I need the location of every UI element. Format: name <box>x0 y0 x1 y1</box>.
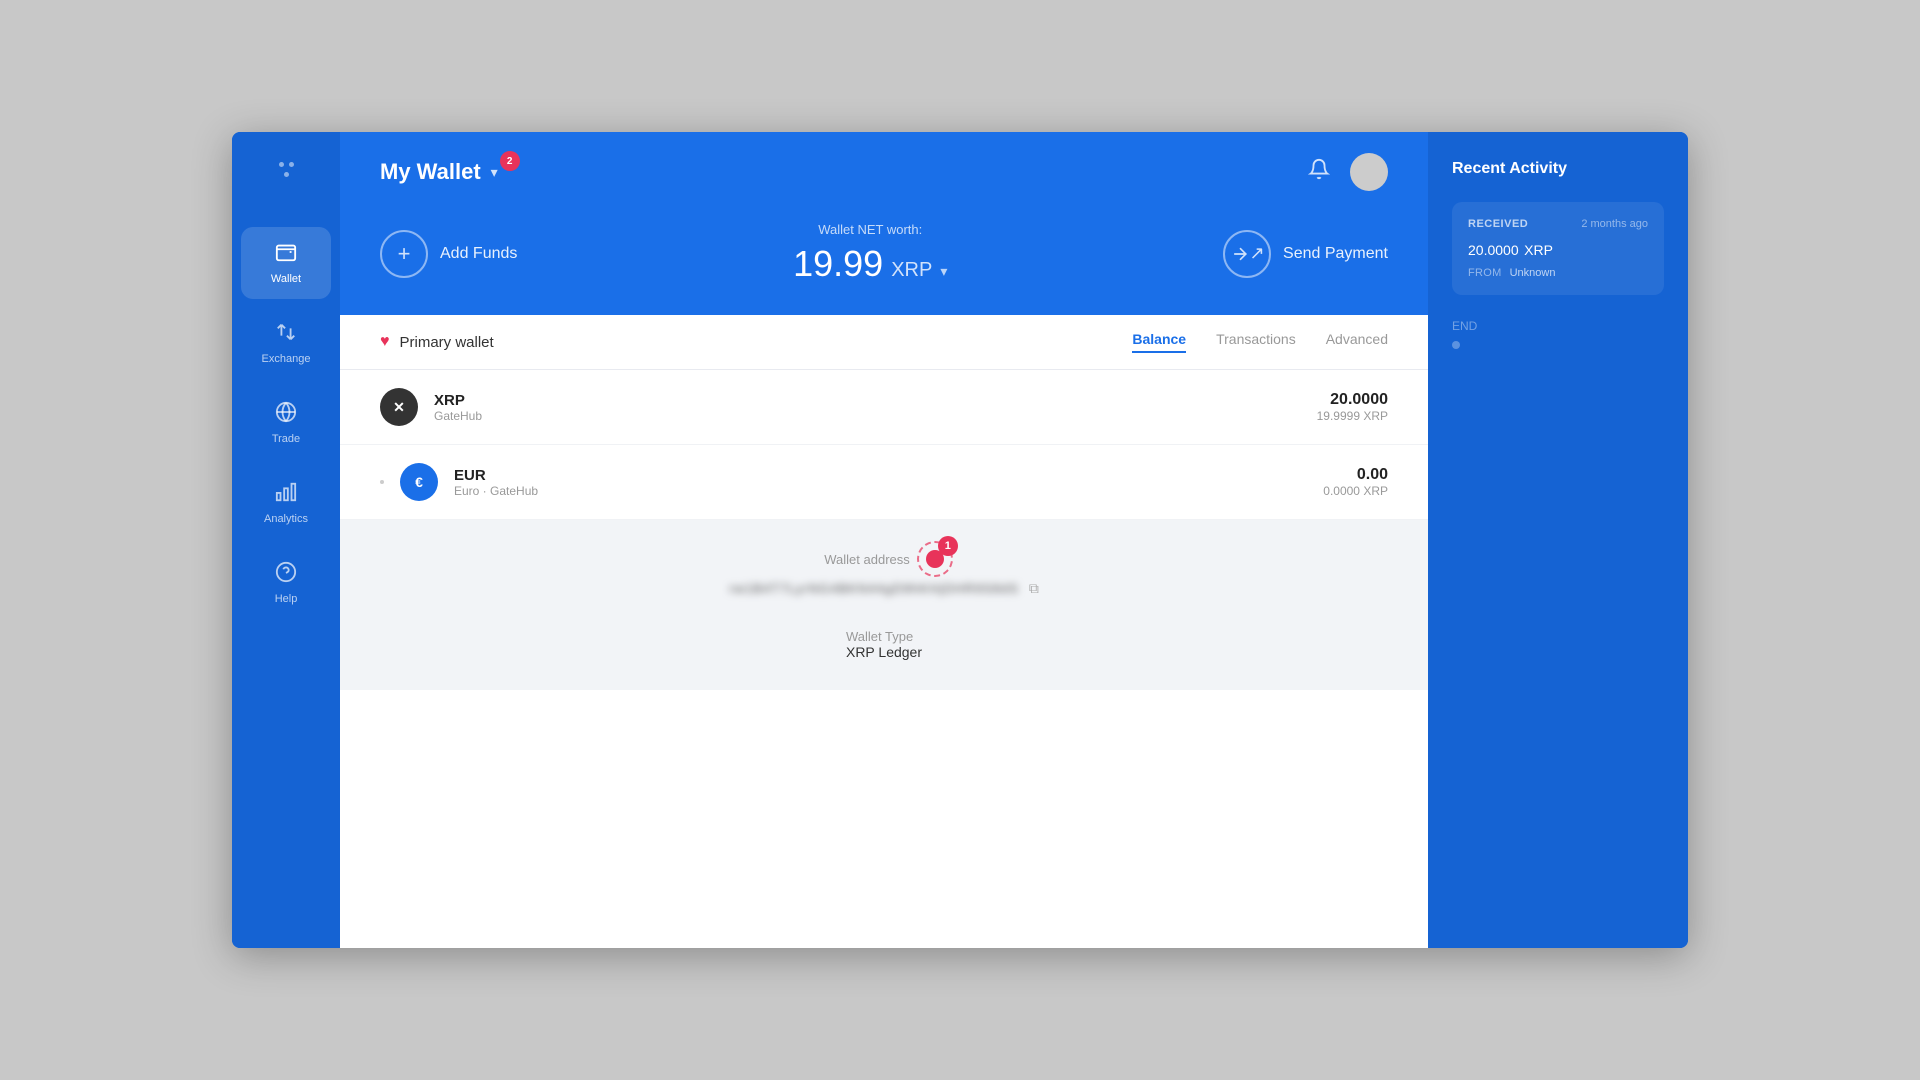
xrp-balance-main: 20.0000 <box>1317 391 1388 409</box>
activity-time: 2 months ago <box>1581 218 1648 230</box>
sidebar-item-wallet[interactable]: Wallet <box>241 227 331 299</box>
eur-issuer: Euro · GateHub <box>454 484 1323 498</box>
right-panel: Recent Activity RECEIVED 2 months ago 20… <box>1428 132 1688 948</box>
eur-balance: 0.00 0.0000 XRP <box>1323 466 1388 498</box>
wallet-address-row: rw1B4T7LyrNG4BKN44gD9hKHjDHR9S8dS ⧉ <box>729 580 1039 597</box>
eur-currency-icon: € <box>400 463 438 501</box>
activity-end-dot <box>1452 341 1460 349</box>
activity-from: FROM Unknown <box>1468 267 1648 279</box>
eur-currency-info: EUR Euro · GateHub <box>454 467 1323 498</box>
dot <box>279 162 284 167</box>
activity-end-section: END <box>1452 307 1664 349</box>
app-container: Wallet Exchange Trade Analytics <box>232 132 1688 948</box>
wallet-type-label: Wallet Type <box>846 629 922 644</box>
eur-row-indicator <box>380 480 384 484</box>
xrp-name: XRP <box>434 392 1317 409</box>
table-row[interactable]: € EUR Euro · GateHub 0.00 0.0000 XRP <box>340 445 1428 520</box>
dot <box>289 162 294 167</box>
recording-indicator: 1 <box>926 550 944 568</box>
sidebar-top <box>279 152 294 217</box>
wallet-name-label: Primary wallet <box>400 334 494 351</box>
tab-transactions[interactable]: Transactions <box>1216 331 1296 353</box>
wallet-type-section: Wallet Type XRP Ledger <box>846 621 922 660</box>
sidebar-help-label: Help <box>275 593 298 605</box>
tab-advanced[interactable]: Advanced <box>1326 331 1388 353</box>
avatar[interactable] <box>1350 153 1388 191</box>
header-right <box>1308 153 1388 191</box>
xrp-currency-info: XRP GateHub <box>434 392 1317 423</box>
wallet-badge: 2 <box>500 151 520 171</box>
xrp-balance-xrp: 19.9999 XRP <box>1317 409 1388 423</box>
activity-item[interactable]: RECEIVED 2 months ago 20.0000 XRP FROM U… <box>1452 202 1664 295</box>
sidebar-item-analytics[interactable]: Analytics <box>241 467 331 539</box>
activity-amount: 20.0000 XRP <box>1468 238 1648 261</box>
recent-activity-title: Recent Activity <box>1452 160 1664 178</box>
currency-dropdown-icon[interactable]: ▾ <box>940 263 947 280</box>
add-funds-button[interactable]: + Add Funds <box>380 230 517 278</box>
dot <box>284 172 289 177</box>
eur-balance-main: 0.00 <box>1323 466 1388 484</box>
wallet-tabs: Balance Transactions Advanced <box>1132 331 1388 353</box>
activity-end-label: END <box>1452 319 1664 333</box>
xrp-currency-icon: ✕ <box>380 388 418 426</box>
heart-icon: ♥ <box>380 333 390 351</box>
sidebar-trade-label: Trade <box>272 433 300 445</box>
exchange-icon <box>275 321 297 347</box>
net-worth-currency: XRP <box>891 259 932 282</box>
net-worth-amount: 19.99 <box>793 243 883 285</box>
add-funds-circle-icon: + <box>380 230 428 278</box>
help-icon <box>275 561 297 587</box>
send-payment-circle-icon: ↗ <box>1223 230 1271 278</box>
analytics-icon <box>275 481 297 507</box>
hero-section: + Add Funds Wallet NET worth: 19.99 XRP … <box>340 212 1428 315</box>
activity-header: RECEIVED 2 months ago <box>1468 218 1648 230</box>
net-worth-value: 19.99 XRP ▾ <box>793 243 947 285</box>
wallet-panel-header: ♥ Primary wallet Balance Transactions Ad… <box>340 315 1428 370</box>
net-worth-display: Wallet NET worth: 19.99 XRP ▾ <box>793 222 947 285</box>
wallet-panel: ♥ Primary wallet Balance Transactions Ad… <box>340 315 1428 948</box>
xrp-issuer: GateHub <box>434 409 1317 423</box>
sidebar-analytics-label: Analytics <box>264 513 308 525</box>
sidebar: Wallet Exchange Trade Analytics <box>232 132 340 948</box>
wallet-name: ♥ Primary wallet <box>380 333 494 351</box>
sidebar-wallet-label: Wallet <box>271 273 301 285</box>
activity-type: RECEIVED <box>1468 218 1528 230</box>
recording-number-1: 1 <box>938 536 958 556</box>
xrp-balance: 20.0000 19.9999 XRP <box>1317 391 1388 423</box>
send-payment-button[interactable]: ↗ Send Payment <box>1223 230 1388 278</box>
activity-from-label: FROM <box>1468 267 1502 279</box>
sidebar-item-help[interactable]: Help <box>241 547 331 619</box>
eur-balance-xrp: 0.0000 XRP <box>1323 484 1388 498</box>
header-left: My Wallet ▾ 2 <box>380 159 498 185</box>
wallet-address-value: rw1B4T7LyrNG4BKN44gD9hKHjDHR9S8dS <box>729 581 1019 596</box>
header: My Wallet ▾ 2 <box>340 132 1428 212</box>
eur-name: EUR <box>454 467 1323 484</box>
activity-from-value: Unknown <box>1510 267 1556 279</box>
page-title: My Wallet <box>380 159 481 185</box>
notification-bell-icon[interactable] <box>1308 158 1330 186</box>
send-payment-label: Send Payment <box>1283 245 1388 263</box>
sidebar-exchange-label: Exchange <box>262 353 311 365</box>
dropdown-arrow-icon[interactable]: ▾ <box>491 164 498 181</box>
sidebar-item-trade[interactable]: Trade <box>241 387 331 459</box>
sidebar-item-exchange[interactable]: Exchange <box>241 307 331 379</box>
activity-amount-value: 20.0000 <box>1468 242 1519 258</box>
activity-currency: XRP <box>1524 242 1553 258</box>
net-worth-label: Wallet NET worth: <box>793 222 947 237</box>
tab-balance[interactable]: Balance <box>1132 331 1186 353</box>
add-funds-label: Add Funds <box>440 245 517 263</box>
sidebar-dots <box>279 162 294 177</box>
table-row[interactable]: ✕ XRP GateHub 20.0000 19.9999 XRP <box>340 370 1428 445</box>
wallet-info-section: Wallet address 1 rw1B4T7LyrNG4BKN44gD9hK… <box>340 520 1428 690</box>
main-content: My Wallet ▾ 2 + Add Funds Wallet NET wor… <box>340 132 1428 948</box>
trade-icon <box>275 401 297 427</box>
wallet-type-value: XRP Ledger <box>846 644 922 660</box>
balance-table: ✕ XRP GateHub 20.0000 19.9999 XRP € E <box>340 370 1428 948</box>
wallet-icon <box>275 241 297 267</box>
sidebar-nav: Wallet Exchange Trade Analytics <box>241 217 331 928</box>
copy-icon[interactable]: ⧉ <box>1029 580 1039 597</box>
wallet-address-label: Wallet address <box>824 552 910 567</box>
